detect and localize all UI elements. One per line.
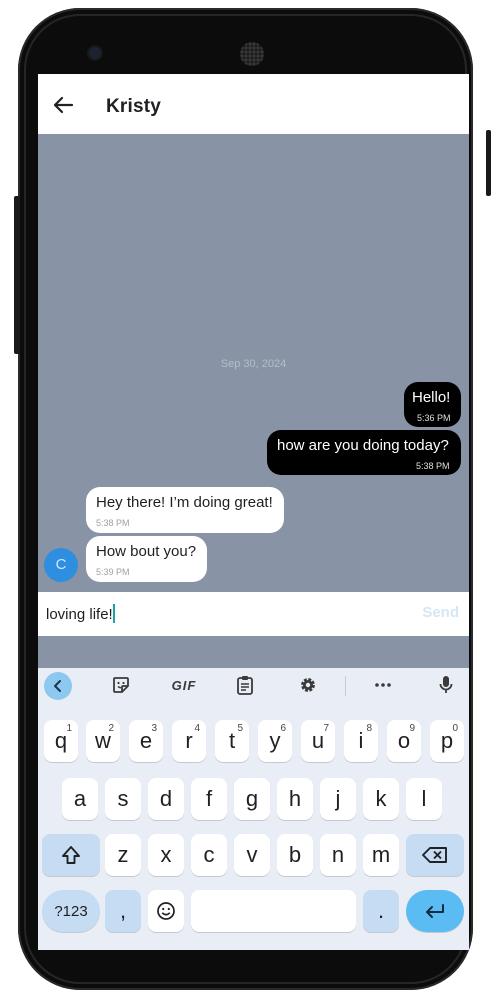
sticker-icon <box>113 677 129 693</box>
composer-bottom-strip <box>38 636 469 668</box>
backspace-icon <box>422 847 447 863</box>
period-key[interactable]: . <box>363 890 399 932</box>
key-x[interactable]: x <box>148 834 184 876</box>
settings-button[interactable] <box>295 668 321 702</box>
key-f[interactable]: f <box>191 778 227 820</box>
arrow-left-icon[interactable] <box>52 96 74 114</box>
shift-key[interactable] <box>42 834 100 876</box>
key-g[interactable]: g <box>234 778 270 820</box>
message-bubble-incoming[interactable]: How bout you? 5:39 PM <box>86 536 207 582</box>
key-h[interactable]: h <box>277 778 313 820</box>
symbols-key[interactable]: ?123 <box>42 890 100 932</box>
key-d[interactable]: d <box>148 778 184 820</box>
gif-button[interactable]: GIF <box>167 668 201 702</box>
key-z[interactable]: z <box>105 834 141 876</box>
key-m[interactable]: m <box>363 834 399 876</box>
more-horiz-icon <box>375 683 391 687</box>
keyboard-collapse-button[interactable] <box>44 672 72 700</box>
key-j[interactable]: j <box>320 778 356 820</box>
message-time: 5:38 PM <box>96 518 130 528</box>
space-bar[interactable] <box>191 890 356 932</box>
more-button[interactable] <box>370 668 396 702</box>
key-i[interactable]: i8 <box>344 720 378 762</box>
gear-icon <box>301 678 315 692</box>
message-time: 5:38 PM <box>416 461 450 471</box>
message-text: How bout you? <box>96 543 197 560</box>
message-text: how are you doing today? <box>277 437 449 454</box>
message-input[interactable]: loving life! <box>46 604 115 623</box>
toolbar-divider <box>345 676 346 696</box>
key-u[interactable]: u7 <box>301 720 335 762</box>
key-k[interactable]: k <box>363 778 399 820</box>
key-v[interactable]: v <box>234 834 270 876</box>
avatar[interactable]: C <box>44 548 78 582</box>
message-bubble-incoming[interactable]: Hey there! I’m doing great! 5:38 PM <box>86 487 284 533</box>
message-input-value: loving life! <box>46 606 113 623</box>
enter-icon <box>426 904 444 918</box>
clipboard-icon <box>237 676 253 695</box>
key-b[interactable]: b <box>277 834 313 876</box>
side-button-left <box>14 196 20 354</box>
mic-icon <box>439 676 453 693</box>
message-time: 5:36 PM <box>417 413 451 423</box>
key-s[interactable]: s <box>105 778 141 820</box>
key-p[interactable]: p0 <box>430 720 464 762</box>
comma-key[interactable]: , <box>105 890 141 932</box>
app-bar: Kristy <box>38 74 469 134</box>
screen: Kristy Sep 30, 2024 Hello! 5:36 PM how a… <box>38 74 469 950</box>
message-bubble-outgoing[interactable]: how are you doing today? 5:38 PM <box>267 430 461 475</box>
emoji-key[interactable] <box>148 890 184 932</box>
message-bubble-outgoing[interactable]: Hello! 5:36 PM <box>404 382 461 427</box>
shift-icon <box>62 846 80 864</box>
message-text: Hey there! I’m doing great! <box>96 494 273 511</box>
sticker-button[interactable] <box>108 668 134 702</box>
clipboard-button[interactable] <box>232 668 258 702</box>
key-a[interactable]: a <box>62 778 98 820</box>
key-y[interactable]: y6 <box>258 720 292 762</box>
emoji-icon <box>157 902 175 920</box>
key-l[interactable]: l <box>406 778 442 820</box>
key-r[interactable]: r4 <box>172 720 206 762</box>
key-t[interactable]: t5 <box>215 720 249 762</box>
key-q[interactable]: q1 <box>44 720 78 762</box>
earpiece-speaker <box>240 42 264 66</box>
key-n[interactable]: n <box>320 834 356 876</box>
side-button-right <box>486 130 491 196</box>
message-time: 5:39 PM <box>96 567 130 577</box>
composer: loving life! Send <box>38 592 469 636</box>
date-separator: Sep 30, 2024 <box>220 358 287 370</box>
send-button[interactable]: Send <box>422 604 459 621</box>
page-title: Kristy <box>106 96 162 117</box>
key-e[interactable]: e3 <box>129 720 163 762</box>
voice-input-button[interactable] <box>434 668 458 702</box>
key-c[interactable]: c <box>191 834 227 876</box>
enter-key[interactable] <box>406 890 464 932</box>
front-camera <box>89 47 101 59</box>
message-text: Hello! <box>412 389 451 406</box>
backspace-key[interactable] <box>406 834 464 876</box>
key-w[interactable]: w2 <box>86 720 120 762</box>
message-list[interactable]: Sep 30, 2024 Hello! 5:36 PM how are you … <box>38 134 469 592</box>
text-caret <box>112 604 115 623</box>
key-o[interactable]: o9 <box>387 720 421 762</box>
chevron-left-icon <box>54 680 61 692</box>
keyboard: GIF q1 w 2 e 3 r 4 t 5 y 6 u 7 i 8 o 9 p… <box>38 668 469 950</box>
